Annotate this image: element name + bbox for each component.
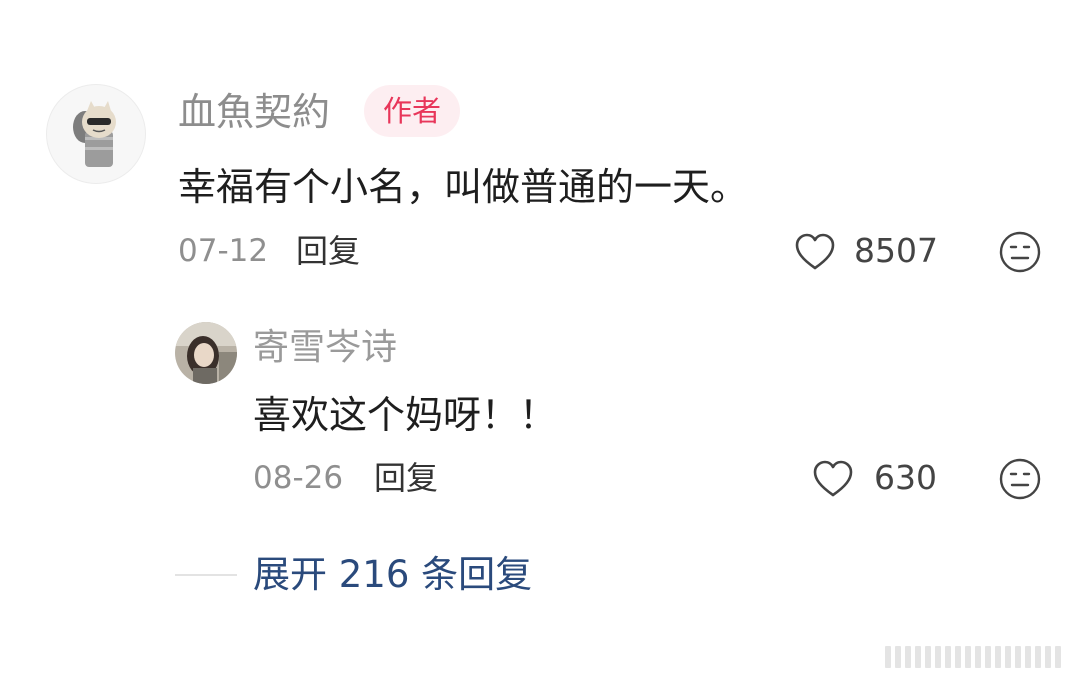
comment-text: 幸福有个小名，叫做普通的一天。 <box>178 165 749 209</box>
watermark-logo <box>885 642 1065 672</box>
reply-reply-button[interactable]: 回复 <box>374 455 438 501</box>
author-badge: 作者 <box>364 85 460 137</box>
reply-like-count: 630 <box>874 458 937 497</box>
reply-text: 喜欢这个妈呀！！ <box>253 393 558 437</box>
heart-icon[interactable] <box>794 232 836 272</box>
reply-button[interactable]: 回复 <box>296 228 360 274</box>
reply-date: 08-26 <box>253 460 344 496</box>
heart-icon[interactable] <box>812 459 854 499</box>
avatar-cat-in-bucket-image <box>73 101 116 167</box>
avatar-photo-image <box>175 322 237 384</box>
neutral-face-icon[interactable] <box>998 457 1042 501</box>
author-name[interactable]: 血魚契約 <box>178 88 330 136</box>
reply-avatar[interactable] <box>175 322 237 384</box>
avatar[interactable] <box>46 84 146 184</box>
like-count: 8507 <box>854 231 938 270</box>
reply-author-name[interactable]: 寄雪岑诗 <box>253 324 397 372</box>
comment-date: 07-12 <box>178 233 269 269</box>
neutral-face-icon[interactable] <box>998 230 1042 274</box>
expand-replies-button[interactable]: 展开 216 条回复 <box>253 550 532 600</box>
expand-divider <box>175 574 237 576</box>
